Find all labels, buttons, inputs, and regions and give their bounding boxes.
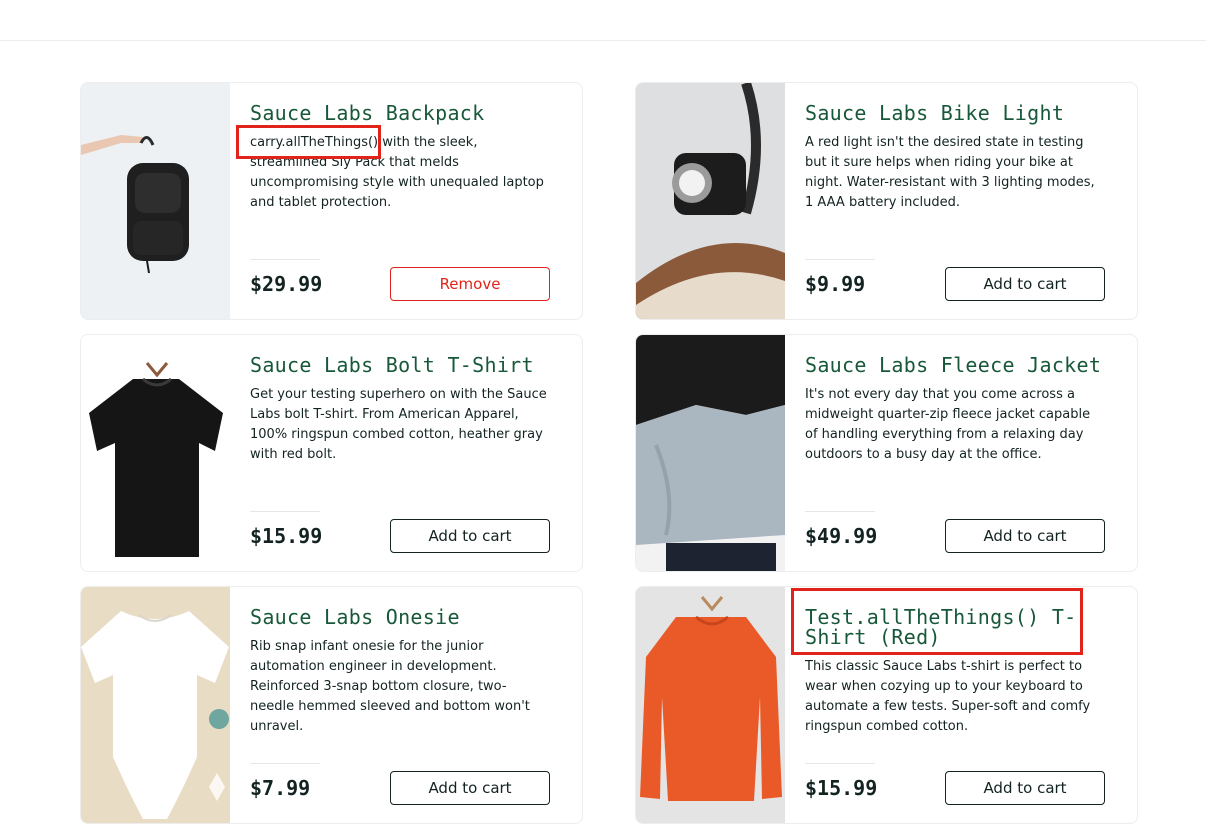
add-to-cart-button[interactable]: Add to cart — [945, 267, 1105, 301]
item-price: $15.99 — [250, 524, 323, 548]
product-image-red-tshirt[interactable] — [636, 587, 785, 823]
inventory-item: Sauce Labs Bolt T-Shirt Get your testing… — [80, 334, 583, 572]
product-image-backpack[interactable] — [81, 83, 230, 319]
header-bar — [0, 0, 1206, 41]
item-body: Sauce Labs Bolt T-Shirt Get your testing… — [250, 335, 562, 571]
product-image-bolt-tshirt[interactable] — [81, 335, 230, 571]
divider — [250, 511, 320, 512]
product-image-onesie[interactable] — [81, 587, 230, 823]
item-description: Rib snap infant onesie for the junior au… — [250, 639, 530, 734]
inventory-item: Test.allTheThings() T-Shirt (Red) This c… — [635, 586, 1138, 824]
divider — [805, 763, 875, 764]
item-title[interactable]: Sauce Labs Onesie — [250, 607, 550, 627]
divider — [250, 763, 320, 764]
item-price: $15.99 — [805, 776, 878, 800]
item-description: It's not every day that you come across … — [805, 387, 1091, 462]
item-title[interactable]: Sauce Labs Backpack — [250, 103, 550, 123]
item-description: This classic Sauce Labs t-shirt is perfe… — [805, 659, 1091, 734]
item-price: $7.99 — [250, 776, 311, 800]
item-price: $49.99 — [805, 524, 878, 548]
item-title[interactable]: Sauce Labs Bike Light — [805, 103, 1105, 123]
item-body: Test.allTheThings() T-Shirt (Red) This c… — [805, 587, 1117, 823]
add-to-cart-button[interactable]: Add to cart — [390, 519, 550, 553]
item-description: Get your testing superhero on with the S… — [250, 387, 547, 462]
item-body: Sauce Labs Bike Light A red light isn't … — [805, 83, 1117, 319]
item-description: carry.allTheThings() with the sleek, str… — [250, 135, 544, 210]
inventory-item: Sauce Labs Onesie Rib snap infant onesie… — [80, 586, 583, 824]
product-image-bike-light[interactable] — [636, 83, 785, 319]
item-body: Sauce Labs Fleece Jacket It's not every … — [805, 335, 1117, 571]
item-title[interactable]: Test.allTheThings() T-Shirt (Red) — [805, 607, 1105, 647]
add-to-cart-button[interactable]: Add to cart — [945, 771, 1105, 805]
add-to-cart-button[interactable]: Add to cart — [945, 519, 1105, 553]
divider — [805, 259, 875, 260]
divider — [250, 259, 320, 260]
inventory-item: Sauce Labs Fleece Jacket It's not every … — [635, 334, 1138, 572]
item-title[interactable]: Sauce Labs Fleece Jacket — [805, 355, 1105, 375]
item-body: Sauce Labs Backpack carry.allTheThings()… — [250, 83, 562, 319]
item-price: $29.99 — [250, 272, 323, 296]
add-to-cart-button[interactable]: Add to cart — [390, 771, 550, 805]
remove-button[interactable]: Remove — [390, 267, 550, 301]
item-description: A red light isn't the desired state in t… — [805, 135, 1095, 210]
item-title[interactable]: Sauce Labs Bolt T-Shirt — [250, 355, 550, 375]
item-body: Sauce Labs Onesie Rib snap infant onesie… — [250, 587, 562, 823]
item-price: $9.99 — [805, 272, 866, 296]
inventory-item: Sauce Labs Bike Light A red light isn't … — [635, 82, 1138, 320]
inventory-item: Sauce Labs Backpack carry.allTheThings()… — [80, 82, 583, 320]
divider — [805, 511, 875, 512]
product-image-fleece-jacket[interactable] — [636, 335, 785, 571]
